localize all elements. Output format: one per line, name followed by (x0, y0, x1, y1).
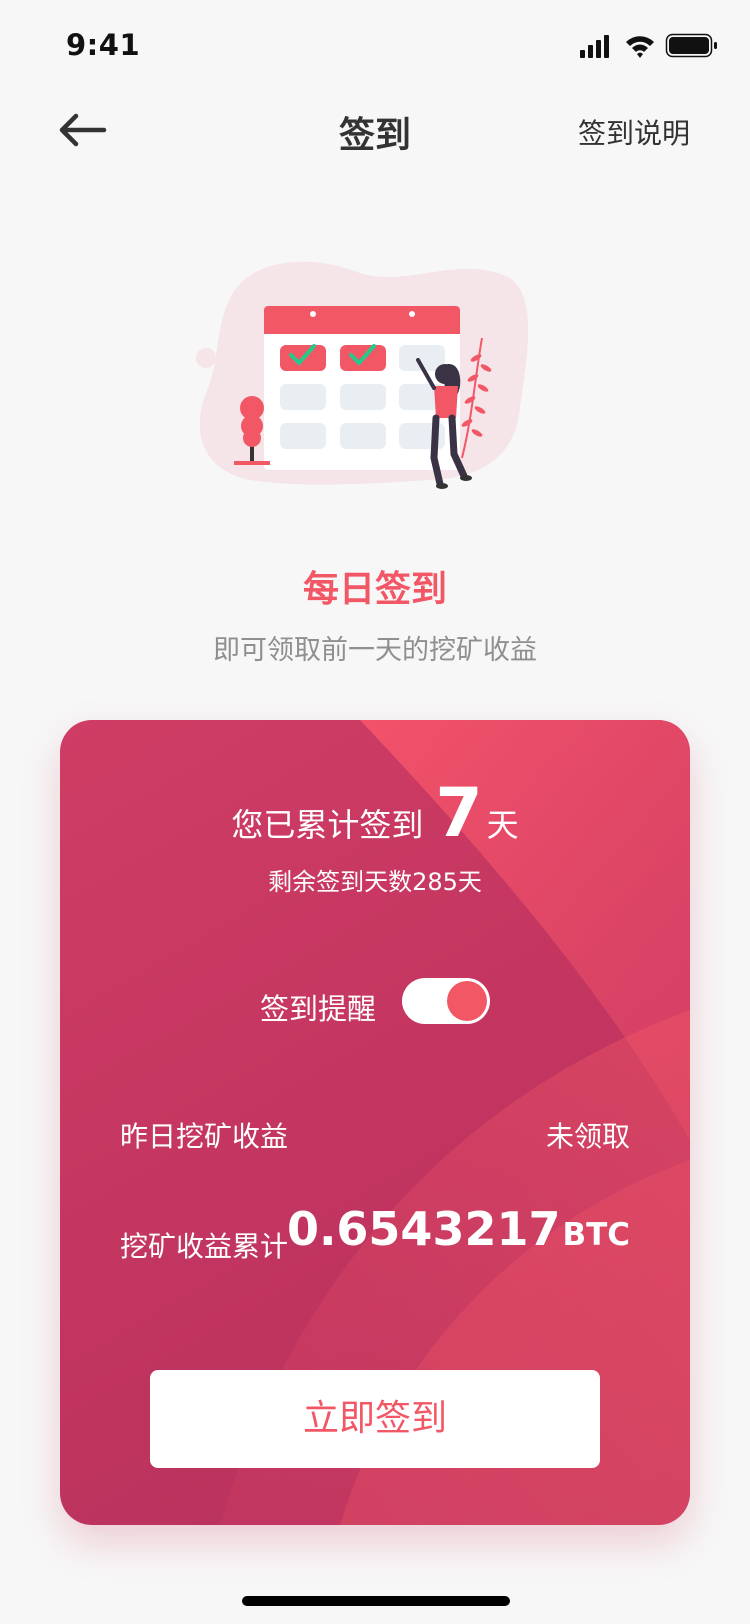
yesterday-earnings-label: 昨日挖矿收益 (120, 1120, 289, 1153)
card-content: 您已累计签到 7 天 剩余签到天数285天 签到提醒 昨日挖矿收益 未领取 挖矿收益… (60, 720, 690, 1525)
toggle-knob (447, 981, 487, 1021)
sign-in-now-button[interactable]: 立即签到 (150, 1370, 600, 1468)
wifi-icon (626, 36, 654, 58)
cumulative-earnings-label: 挖矿收益累计 (120, 1230, 289, 1263)
reminder-row: 签到提醒 (60, 978, 690, 1028)
status-time: 9:41 (66, 28, 141, 62)
daily-sign-in-title: 每日签到 (302, 569, 447, 610)
total-suffix: 天 (486, 806, 519, 844)
battery-icon (665, 33, 717, 58)
sign-in-card: 您已累计签到 7 天 剩余签到天数285天 签到提醒 昨日挖矿收益 未领取 挖矿收益… (60, 720, 690, 1525)
total-prefix: 您已累计签到 (231, 806, 424, 844)
daily-sign-in-subtitle: 即可领取前一天的挖矿收益 (213, 635, 537, 666)
yesterday-earnings-status: 未领取 (545, 1120, 630, 1153)
remaining-days: 剩余签到天数285天 (268, 868, 482, 896)
status-bar: 9:41 (0, 0, 750, 88)
cumulative-amount: 0.6543217 (286, 1202, 561, 1256)
reminder-label: 签到提醒 (260, 992, 377, 1026)
total-days-count: 7 (435, 774, 483, 853)
home-indicator (242, 1596, 510, 1606)
total-signed-line: 您已累计签到 7 天 (60, 774, 690, 853)
calendar-illustration (190, 258, 560, 508)
reminder-toggle[interactable] (402, 978, 490, 1024)
signal-icon (580, 35, 609, 58)
sign-in-rules-link[interactable]: 签到说明 (578, 112, 690, 152)
cumulative-earnings-value: 0.6543217BTC (287, 1202, 630, 1256)
cumulative-unit: BTC (562, 1217, 630, 1253)
status-icons (580, 32, 720, 60)
navigation-bar: 签到 签到说明 (0, 88, 750, 176)
